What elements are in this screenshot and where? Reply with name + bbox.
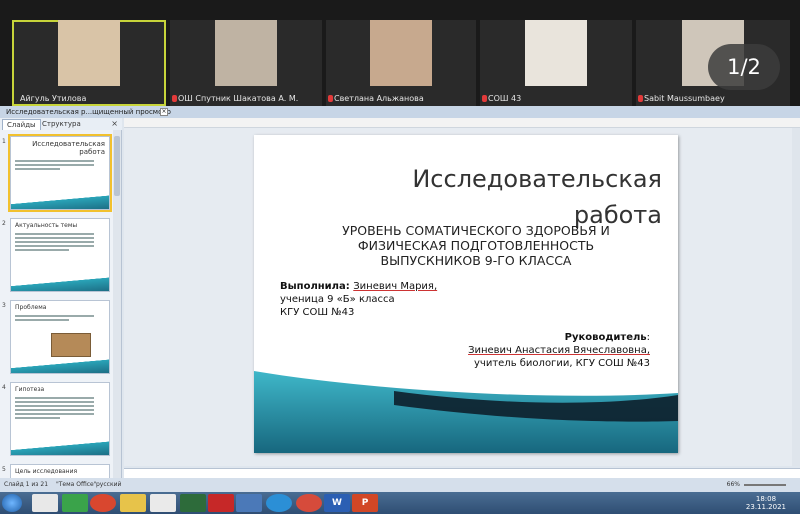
slide-title-line: Исследовательская (412, 165, 662, 193)
document-icon[interactable] (150, 494, 176, 512)
status-bar: Слайд 1 из 21 "Тема Office" русский 66% (0, 478, 800, 492)
clock-date: 23.11.2021 (745, 503, 786, 511)
document-tab[interactable]: Исследовательская р...щищенный просмотр … (0, 106, 800, 118)
slide-subtitle-line: физическая подготовленность (357, 238, 595, 253)
slide-thumbnails: 1 Исследовательская работа 2 Актуальност… (0, 130, 122, 495)
computer-icon (51, 333, 91, 357)
app-icon[interactable] (62, 494, 88, 512)
thumbnail-number: 3 (2, 302, 6, 309)
browser-icon[interactable] (266, 494, 292, 512)
ruler (124, 118, 800, 128)
thumbnail-number: 1 (2, 138, 6, 145)
author-label: Выполнила (280, 281, 346, 292)
powerpoint-icon[interactable]: P (352, 494, 378, 512)
zoom-slider[interactable] (744, 484, 786, 486)
slide-thumbnail[interactable]: Проблема (10, 300, 110, 374)
slide-thumbnail[interactable]: Актуальность темы (10, 218, 110, 292)
slide-thumbnail[interactable]: Гипотеза (10, 382, 110, 456)
participant-video (215, 20, 277, 86)
start-button[interactable] (2, 494, 22, 512)
participant-tile[interactable]: СОШ 43 (480, 20, 632, 106)
supervisor-label: Руководитель (564, 332, 647, 343)
powerpoint-window: Исследовательская р...щищенный просмотр … (0, 106, 800, 523)
slide-subtitle-line: выпускников 9-го класса (380, 253, 572, 268)
slide-canvas: Исследовательская работа Уровень соматич… (124, 128, 800, 466)
thumbnail-number: 2 (2, 220, 6, 227)
author-role: ученица 9 «Б» класса (280, 294, 395, 305)
thumbnail-number: 4 (2, 384, 6, 391)
muted-mic-icon (638, 95, 643, 102)
participant-name: Светлана Альжанова (334, 94, 424, 103)
participant-name: ОШ Спутник Шакатова А. М. (178, 94, 299, 103)
screen: Айгуль Утилова ОШ Спутник Шакатова А. М.… (0, 0, 800, 523)
word-icon[interactable]: W (324, 494, 350, 512)
tab-slides[interactable]: Слайды (2, 119, 41, 130)
muted-mic-icon (482, 95, 487, 102)
browser-icon[interactable] (296, 494, 322, 512)
supervisor-name: Зиневич Анастасия Вячеславовна, (468, 345, 650, 356)
participant-tile[interactable]: Светлана Альжанова (326, 20, 476, 106)
folder-icon[interactable] (120, 494, 146, 512)
thumbnail-title: Исследовательская работа (32, 140, 105, 156)
muted-mic-icon (328, 95, 333, 102)
page-indicator[interactable]: 1/2 (708, 44, 780, 90)
taskbar: W P 18:08 23.11.2021 (0, 492, 800, 514)
browser-icon[interactable] (90, 494, 116, 512)
close-icon[interactable]: × (160, 108, 168, 116)
participant-name: СОШ 43 (488, 94, 522, 103)
muted-mic-icon (172, 95, 177, 102)
slide-wave-decoration (254, 368, 678, 453)
thumbnail-title: Гипотеза (15, 386, 45, 393)
slide-scrollbar[interactable] (792, 128, 800, 466)
current-slide[interactable]: Исследовательская работа Уровень соматич… (254, 135, 678, 453)
theme-name: "Тема Office" (56, 481, 97, 488)
tab-outline[interactable]: Структура (38, 119, 85, 130)
thumbnail-number: 5 (2, 466, 6, 473)
clock-time: 18:08 (755, 495, 777, 503)
participant-name: Sabit Maussumbaey (644, 94, 725, 103)
author-name: Зиневич Мария, (353, 281, 438, 292)
pdf-icon[interactable] (208, 494, 234, 512)
bottom-margin (0, 514, 800, 523)
thumbnail-title: Актуальность темы (15, 222, 78, 229)
document-title: Исследовательская р...щищенный просмотр (6, 108, 171, 116)
slide-subtitle-line: Уровень соматического здоровья и (342, 223, 610, 238)
thumbnail-scrollbar[interactable] (113, 130, 121, 495)
slide-thumbnail[interactable]: Исследовательская работа (8, 134, 112, 212)
author-school: КГУ СОШ №43 (280, 307, 355, 318)
close-panel-icon[interactable]: × (111, 119, 118, 128)
participant-tile[interactable]: ОШ Спутник Шакатова А. М. (170, 20, 322, 106)
thumbnail-title: Проблема (15, 304, 47, 311)
zoom-level[interactable]: 66% (727, 481, 740, 488)
thumbnail-title: Цель исследования (15, 468, 78, 475)
author-block: Выполнила: Зиневич Мария, ученица 9 «Б» … (280, 280, 500, 319)
slide-counter: Слайд 1 из 21 (4, 481, 49, 488)
language[interactable]: русский (96, 481, 121, 488)
app-icon[interactable] (236, 494, 262, 512)
participant-name: Айгуль Утилова (20, 94, 87, 103)
panel-tabs: Слайды Структура × (0, 118, 122, 130)
system-clock[interactable]: 18:08 23.11.2021 (746, 495, 786, 511)
participant-tile[interactable]: Айгуль Утилова (12, 20, 166, 106)
participant-video (370, 20, 432, 86)
video-strip: Айгуль Утилова ОШ Спутник Шакатова А. М.… (0, 0, 800, 106)
participant-video (525, 20, 587, 86)
slide-subtitle: Уровень соматического здоровья и физичес… (294, 223, 658, 268)
media-icon[interactable] (180, 494, 206, 512)
participant-video (58, 20, 120, 86)
file-icon[interactable] (32, 494, 58, 512)
